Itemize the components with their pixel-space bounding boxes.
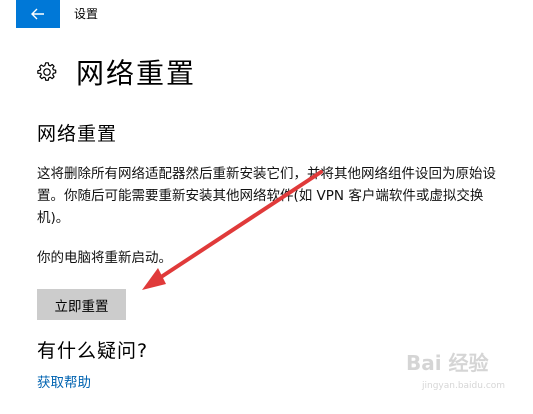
back-button[interactable] <box>16 0 60 28</box>
baidu-watermark: Bai 经验 jingyan.baidu.com <box>406 351 505 391</box>
faq-title: 有什么疑问? <box>37 340 149 362</box>
section-title: 网络重置 <box>37 123 118 145</box>
watermark-subtext: jingyan.baidu.com <box>421 381 505 391</box>
watermark-text: Bai 经验 <box>406 351 489 375</box>
back-arrow-icon <box>31 8 44 20</box>
restart-note: 你的电脑将重新启动。 <box>37 250 172 266</box>
reset-now-button[interactable]: 立即重置 <box>37 289 126 320</box>
gear-icon <box>37 62 57 81</box>
reset-description: 这将删除所有网络适配器然后重新安装它们，并将其他网络组件设回为原始设置。你随后可… <box>37 166 496 226</box>
get-help-link[interactable]: 获取帮助 <box>37 371 91 391</box>
page-header: 网络重置 <box>36 52 196 92</box>
page-title: 网络重置 <box>76 57 197 90</box>
window-title: 设置 <box>74 7 99 21</box>
title-bar: 设置 <box>0 0 533 30</box>
